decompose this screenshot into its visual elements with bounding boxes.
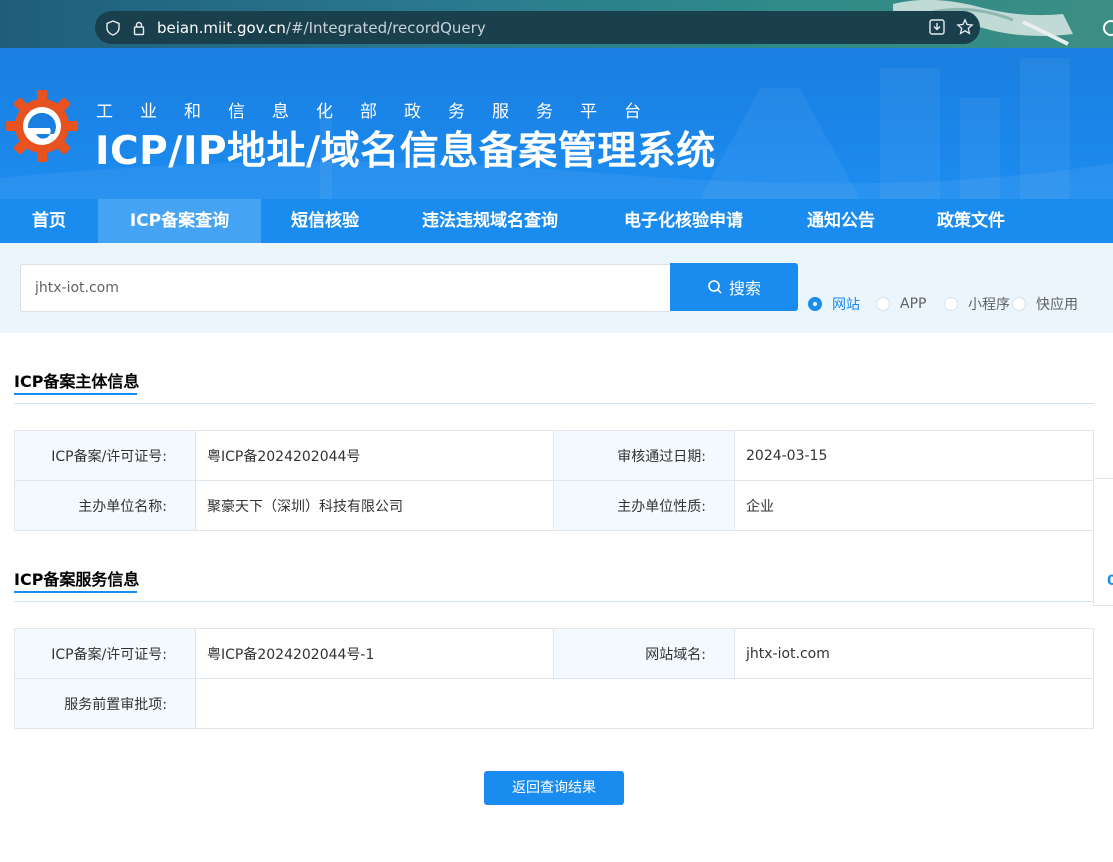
section-divider xyxy=(14,601,1094,602)
profile-icon[interactable] xyxy=(1103,20,1113,36)
search-button[interactable]: 搜索 xyxy=(670,263,798,311)
nav-policy-docs[interactable]: 政策文件 xyxy=(906,199,1036,243)
table-row: ICP备案/许可证号: 粤ICP备2024202044号 审核通过日期: 202… xyxy=(14,430,1094,481)
radio-website[interactable]: 网站 xyxy=(808,295,860,313)
service-license-value: 粤ICP备2024202044号-1 xyxy=(195,628,554,679)
pre-approval-label: 服务前置审批项: xyxy=(14,678,196,729)
approval-date-label: 审核通过日期: xyxy=(553,430,735,481)
subject-section-title: ICP备案主体信息 xyxy=(14,372,140,391)
radio-dot xyxy=(1012,297,1026,311)
radio-mini-program[interactable]: 小程序 xyxy=(944,295,1010,313)
org-nature-value: 企业 xyxy=(734,480,1094,531)
nav-home[interactable]: 首页 xyxy=(0,199,98,243)
subject-license-value: 粤ICP备2024202044号 xyxy=(195,430,554,481)
main-nav: 首页 ICP备案查询 短信核验 违法违规域名查询 电子化核验申请 通知公告 政策… xyxy=(0,199,1113,243)
banner-subtitle: 工业和信息化部政务服务平台 xyxy=(96,102,668,122)
search-input[interactable] xyxy=(20,264,671,312)
download-icon[interactable] xyxy=(928,18,946,36)
radio-dot xyxy=(876,297,890,311)
nav-sms-verify[interactable]: 短信核验 xyxy=(261,199,389,243)
pre-approval-value xyxy=(195,678,1094,729)
search-icon xyxy=(708,280,722,294)
side-float-tab[interactable]: 0 xyxy=(1093,478,1113,606)
lock-icon[interactable] xyxy=(131,20,147,36)
site-banner: 工业和信息化部政务服务平台 ICP/IP地址/域名信息备案管理系统 xyxy=(0,48,1113,199)
miit-gear-logo xyxy=(6,90,78,162)
nav-icp-query[interactable]: ICP备案查询 xyxy=(98,199,261,243)
shield-icon[interactable] xyxy=(105,19,121,36)
table-row: 主办单位名称: 聚豪天下（深圳）科技有限公司 主办单位性质: 企业 xyxy=(14,480,1094,531)
url-text[interactable]: beian.miit.gov.cn/#/Integrated/recordQue… xyxy=(157,19,486,37)
approval-date-value: 2024-03-15 xyxy=(734,430,1094,481)
radio-quick-app[interactable]: 快应用 xyxy=(1012,295,1078,313)
search-area: 搜索 网站 APP 小程序 快应用 xyxy=(0,243,1113,333)
banner-title: ICP/IP地址/域名信息备案管理系统 xyxy=(95,129,716,174)
service-info-table: ICP备案/许可证号: 粤ICP备2024202044号-1 网站域名: jht… xyxy=(14,628,1094,729)
browser-toolbar: beian.miit.gov.cn/#/Integrated/recordQue… xyxy=(0,0,1113,48)
radio-dot xyxy=(808,297,822,311)
section-underline xyxy=(14,591,137,593)
org-nature-label: 主办单位性质: xyxy=(553,480,735,531)
table-row: ICP备案/许可证号: 粤ICP备2024202044号-1 网站域名: jht… xyxy=(14,628,1094,679)
url-host: beian.miit.gov.cn xyxy=(157,18,286,37)
section-underline xyxy=(14,393,137,395)
org-name-label: 主办单位名称: xyxy=(14,480,196,531)
nav-illegal-domain-query[interactable]: 违法违规域名查询 xyxy=(389,199,591,243)
section-divider xyxy=(14,403,1094,404)
subject-license-label: ICP备案/许可证号: xyxy=(14,430,196,481)
table-row: 服务前置审批项: xyxy=(14,678,1094,729)
radio-app[interactable]: APP xyxy=(876,295,926,313)
back-to-results-button[interactable]: 返回查询结果 xyxy=(484,771,624,805)
search-button-label: 搜索 xyxy=(728,279,761,298)
side-tab-text: 0 xyxy=(1107,573,1113,589)
domain-value: jhtx-iot.com xyxy=(734,628,1094,679)
domain-label: 网站域名: xyxy=(553,628,735,679)
service-license-label: ICP备案/许可证号: xyxy=(14,628,196,679)
address-bar[interactable]: beian.miit.gov.cn/#/Integrated/recordQue… xyxy=(95,11,980,44)
org-name-value: 聚豪天下（深圳）科技有限公司 xyxy=(195,480,554,531)
subject-info-table: ICP备案/许可证号: 粤ICP备2024202044号 审核通过日期: 202… xyxy=(14,430,1094,531)
service-section-title: ICP备案服务信息 xyxy=(14,570,140,589)
url-path: /#/Integrated/recordQuery xyxy=(285,18,486,37)
star-icon[interactable] xyxy=(956,18,974,36)
radio-dot xyxy=(944,297,958,311)
nav-notices[interactable]: 通知公告 xyxy=(776,199,906,243)
nav-e-verify-apply[interactable]: 电子化核验申请 xyxy=(591,199,776,243)
